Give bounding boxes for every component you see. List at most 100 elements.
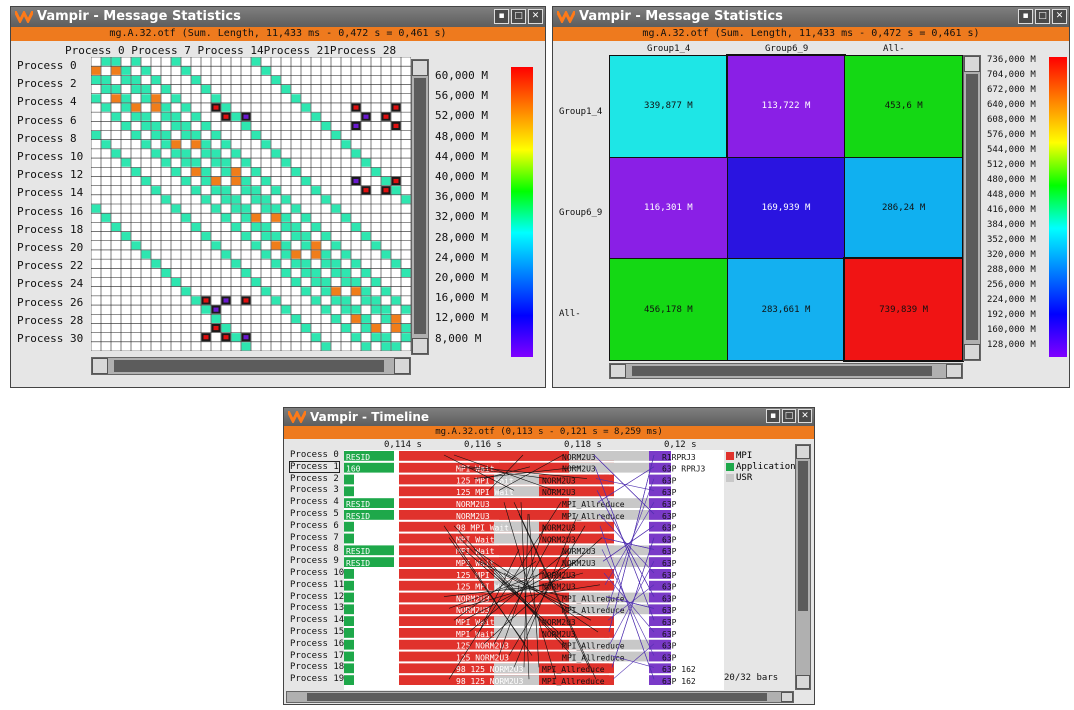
minimize-button[interactable]: ▪ bbox=[494, 9, 509, 24]
process-label[interactable]: Process 17 bbox=[290, 651, 344, 661]
vertical-scrollbar[interactable] bbox=[963, 55, 981, 361]
vertical-scrollbar[interactable] bbox=[411, 59, 429, 355]
close-button[interactable]: ✕ bbox=[798, 409, 812, 423]
process-label[interactable]: Process 14 bbox=[290, 615, 344, 625]
process-label[interactable]: Process 3 bbox=[290, 485, 339, 495]
scroll-right-arrow[interactable] bbox=[946, 364, 962, 378]
minimize-button[interactable]: ▪ bbox=[766, 409, 780, 423]
matrix-cell bbox=[251, 131, 261, 140]
matrix-cell-marker bbox=[353, 105, 359, 110]
group-matrix[interactable]: 339,877 M 113,722 M 453,6 M 116,301 M 169,93… bbox=[609, 54, 964, 362]
process-label[interactable]: Process 9 bbox=[290, 556, 339, 566]
process-label[interactable]: Process 18 bbox=[290, 662, 344, 672]
communication-matrix[interactable] bbox=[91, 57, 411, 351]
matrix-cell bbox=[271, 232, 281, 241]
scroll-right-arrow[interactable] bbox=[781, 692, 793, 702]
horizontal-scrollbar[interactable] bbox=[286, 691, 794, 703]
group-cell[interactable]: 169,939 M bbox=[727, 157, 845, 259]
title-bar[interactable]: Vampir - Timeline ▪ □ ✕ bbox=[284, 408, 814, 426]
group-cell[interactable]: 739,839 M bbox=[843, 257, 964, 362]
matrix-cell-marker bbox=[383, 188, 389, 193]
scroll-down-arrow[interactable] bbox=[796, 675, 810, 689]
process-label[interactable]: Process 19 bbox=[290, 674, 344, 684]
bar-label: 63P bbox=[662, 594, 677, 603]
matrix-cell bbox=[271, 259, 281, 268]
matrix-cell bbox=[231, 195, 241, 204]
process-label[interactable]: Process 0 bbox=[290, 450, 339, 460]
title-bar[interactable]: Vampir - Message Statistics ▪ □ ✕ bbox=[11, 7, 545, 27]
scroll-left-arrow[interactable] bbox=[92, 358, 108, 374]
scrollbar-thumb[interactable] bbox=[414, 78, 426, 334]
group-cell[interactable]: 286,24 M bbox=[845, 157, 962, 259]
process-label[interactable]: Process 2 bbox=[290, 474, 339, 484]
window-subtitle: mg.A.32.otf (0,113 s - 0,121 s = 8,259 m… bbox=[284, 426, 814, 439]
matrix-cell bbox=[211, 94, 221, 103]
group-cell[interactable]: 283,661 M bbox=[727, 259, 845, 360]
matrix-cell-marker bbox=[223, 114, 229, 119]
scroll-up-arrow[interactable] bbox=[412, 60, 428, 76]
close-button[interactable]: ✕ bbox=[1052, 9, 1067, 24]
group-cell[interactable]: 339,877 M bbox=[610, 56, 727, 157]
group-cell[interactable]: 113,722 M bbox=[725, 54, 847, 159]
row-label: Process 14 bbox=[17, 186, 84, 200]
scrollbar-thumb[interactable] bbox=[966, 74, 978, 340]
process-label[interactable]: Process 6 bbox=[290, 521, 339, 531]
matrix-cell bbox=[221, 186, 231, 195]
matrix-cell bbox=[391, 259, 401, 268]
vertical-scrollbar[interactable] bbox=[795, 444, 811, 690]
scrollbar-thumb[interactable] bbox=[307, 693, 767, 701]
process-label[interactable]: Process 11 bbox=[290, 580, 344, 590]
row-label: Process 10 bbox=[17, 150, 84, 163]
title-bar[interactable]: Vampir - Message Statistics ▪ □ ✕ bbox=[553, 7, 1069, 27]
matrix-cell bbox=[351, 333, 361, 342]
column-header-all: All- bbox=[883, 44, 905, 54]
matrix-cell bbox=[381, 287, 391, 296]
matrix-cell bbox=[91, 66, 101, 75]
bar-label: 63P bbox=[662, 535, 677, 544]
process-label[interactable]: Process 13 bbox=[290, 603, 344, 613]
group-cell[interactable]: 456,178 M bbox=[610, 259, 727, 360]
process-label[interactable]: Process 1 bbox=[289, 460, 340, 473]
process-label[interactable]: Process 8 bbox=[290, 544, 339, 554]
minimize-button[interactable]: ▪ bbox=[1018, 9, 1033, 24]
matrix-cell bbox=[371, 241, 381, 250]
process-label[interactable]: Process 10 bbox=[290, 568, 344, 578]
matrix-cell bbox=[161, 140, 171, 149]
scroll-right-arrow[interactable] bbox=[394, 358, 410, 374]
matrix-cell bbox=[201, 167, 211, 176]
matrix-cell bbox=[101, 140, 111, 149]
scrollbar-thumb[interactable] bbox=[114, 360, 384, 372]
scrollbar-thumb[interactable] bbox=[798, 461, 808, 611]
process-label[interactable]: Process 7 bbox=[290, 533, 339, 543]
matrix-cell bbox=[201, 176, 211, 186]
maximize-button[interactable]: □ bbox=[1035, 9, 1050, 24]
scroll-down-arrow[interactable] bbox=[412, 338, 428, 354]
maximize-button[interactable]: □ bbox=[782, 409, 796, 423]
group-cell[interactable]: 116,301 M bbox=[610, 157, 727, 259]
scrollbar-thumb[interactable] bbox=[632, 366, 932, 376]
group-cell[interactable]: 453,6 M bbox=[845, 56, 962, 157]
scroll-up-arrow[interactable] bbox=[796, 445, 810, 459]
scroll-down-arrow[interactable] bbox=[964, 344, 980, 360]
matrix-cell bbox=[341, 250, 351, 259]
horizontal-scrollbar[interactable] bbox=[91, 357, 411, 375]
process-label[interactable]: Process 5 bbox=[290, 509, 339, 519]
application-bar bbox=[344, 569, 354, 579]
window-buttons: ▪ □ ✕ bbox=[494, 9, 543, 24]
row-label: Process 4 bbox=[17, 95, 77, 109]
process-label[interactable]: Process 15 bbox=[290, 627, 344, 637]
timeline-chart[interactable]: RESID NORM2U3 R1RPRJ3 160 MPI_Wait NORM2U3 63P… bbox=[344, 450, 724, 690]
process-label[interactable]: Process 4 bbox=[290, 497, 339, 507]
process-label[interactable]: Process 12 bbox=[290, 592, 344, 602]
scroll-up-arrow[interactable] bbox=[964, 56, 980, 72]
maximize-button[interactable]: □ bbox=[511, 9, 526, 24]
close-button[interactable]: ✕ bbox=[528, 9, 543, 24]
horizontal-scrollbar[interactable] bbox=[609, 363, 963, 379]
matrix-cell bbox=[131, 131, 141, 140]
matrix-cell bbox=[131, 241, 141, 250]
process-label[interactable]: Process 16 bbox=[290, 639, 344, 649]
matrix-cell bbox=[341, 140, 351, 149]
scroll-left-arrow[interactable] bbox=[610, 364, 626, 378]
matrix-cell-marker bbox=[393, 178, 399, 184]
legend-label: 192,000 M bbox=[987, 310, 1036, 320]
